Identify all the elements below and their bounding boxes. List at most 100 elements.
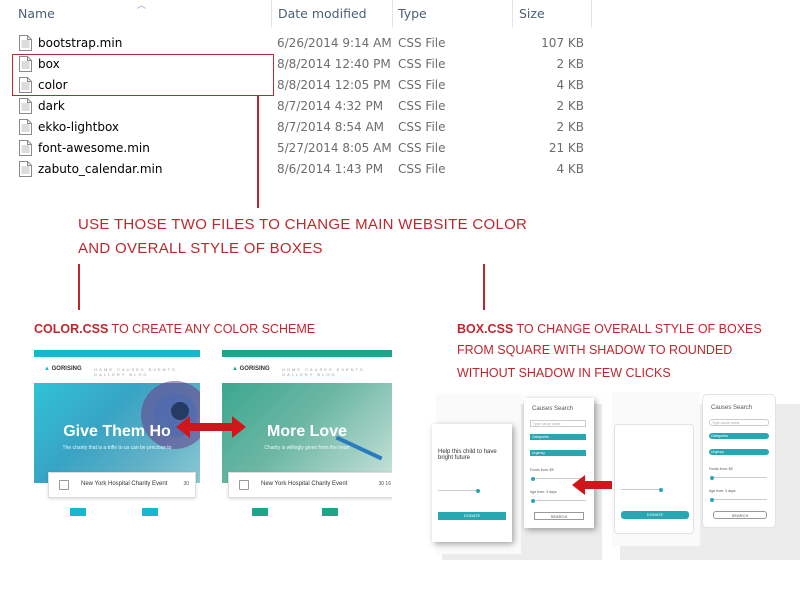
box-css-text-1: TO CHANGE OVERALL STYLE OF BOXES [513,322,762,336]
urgency-select[interactable]: Urgency [709,449,769,455]
calendar-icon [239,480,249,490]
file-type: CSS File [398,57,446,71]
file-date: 6/26/2014 9:14 AM [277,36,392,50]
urgency-select[interactable]: Urgency [530,450,586,456]
file-date: 8/8/2014 12:40 PM [277,57,391,71]
css-file-icon [19,98,32,114]
file-date: 5/27/2014 8:05 AM [277,141,392,155]
age-slider[interactable] [710,497,767,502]
column-type[interactable]: Type [398,0,427,28]
css-file-icon [19,140,32,156]
hero-title: More Love [266,423,347,440]
age-slider[interactable] [531,498,586,503]
feature-icon [142,508,158,516]
funds-label: Funds from: $5 [530,468,554,472]
event-title: New York Hospital Charity Event [81,481,168,487]
file-name: dark [38,99,65,113]
file-size: 4 KB [556,162,584,176]
main-note-line-2: AND OVERALL STYLE OF BOXES [78,240,323,257]
event-date: 30 [183,481,189,487]
file-type: CSS File [398,120,446,134]
cause-card: Help this child to have bright future DO… [432,424,512,542]
accent-topbar [222,350,392,357]
categories-select[interactable]: Categories [530,434,586,440]
file-name: font-awesome.min [38,141,150,155]
file-size: 2 KB [556,120,584,134]
file-type: CSS File [398,141,446,155]
search-box-rounded: Causes Search Type cause name Categories… [702,394,776,528]
file-row[interactable]: zabuto_calendar.min 8/6/2014 1:43 PM CSS… [0,159,800,180]
column-divider[interactable] [591,0,592,28]
age-label: Age from: 3 days [709,489,736,493]
funds-label: Funds from: $5 [709,467,733,471]
file-date: 8/7/2014 4:32 PM [277,99,384,113]
funds-slider[interactable] [710,475,767,480]
file-date: 8/7/2014 8:54 AM [277,120,385,134]
file-name: ekko-lightbox [38,120,120,134]
css-file-icon [19,35,32,51]
color-mockup-right: ▲ GORISING HOME CAUSES EVENTS GALLERY BL… [222,350,392,516]
main-note-line-1: USE THOSE TWO FILES TO CHANGE MAIN WEBSI… [78,216,528,233]
age-label: Age from: 3 days [530,490,557,494]
progress-slider [621,487,663,492]
search-box-title: Causes Search [532,406,574,412]
search-button[interactable]: SEARCH [534,512,584,520]
file-row[interactable]: font-awesome.min 5/27/2014 8:05 AM CSS F… [0,138,800,159]
color-css-text: TO CREATE ANY COLOR SCHEME [108,322,316,336]
column-name[interactable]: Name [18,0,55,28]
search-input[interactable]: Type cause name [709,419,769,426]
event-card: New York Hospital Charity Event 30 16 [228,472,392,498]
column-divider[interactable] [271,0,272,28]
search-input[interactable]: Type cause name [530,420,586,427]
column-header-bar: ︿ Name Date modified Type Size [0,0,800,28]
pointer-line [257,96,259,208]
box-css-text-3: WITHOUT SHADOW IN FEW CLICKS [457,366,671,380]
file-size: 107 KB [541,36,584,50]
css-file-icon [19,161,32,177]
search-button[interactable]: SEARCH [713,511,767,519]
site-nav: ▲ GORISING HOME CAUSES EVENTS GALLERY BL… [222,357,392,383]
event-date: 30 16 [378,481,391,487]
box-css-text-2: FROM SQUARE WITH SHADOW TO ROUNDED [457,343,733,357]
file-size: 21 KB [548,141,584,155]
file-size: 4 KB [556,78,584,92]
column-divider[interactable] [512,0,513,28]
event-title: New York Hospital Charity Event [261,481,348,487]
donate-button[interactable]: DONATE [438,512,506,520]
nav-links: HOME CAUSES EVENTS GALLERY BLOG [282,367,365,377]
hero-subtitle: Charity is willingly given from the hear… [264,445,350,451]
box-css-note: BOX.CSS TO CHANGE OVERALL STYLE OF BOXES [457,322,762,336]
column-divider[interactable] [392,0,393,28]
sort-up-icon: ︿ [137,0,147,10]
css-file-icon [19,119,32,135]
feature-icon [322,508,338,516]
cause-card-text: Help this child to have bright future [438,449,497,461]
file-row[interactable]: ekko-lightbox 8/7/2014 8:54 AM CSS File … [0,117,800,138]
file-type: CSS File [398,162,446,176]
file-type: CSS File [398,36,446,50]
file-date: 8/8/2014 12:05 PM [277,78,391,92]
highlight-box [12,54,274,96]
donate-button[interactable]: DONATE [621,511,689,519]
calendar-icon [59,480,69,490]
pointer-line-right [483,264,485,310]
search-box: Causes Search Type cause name Categories… [524,398,594,528]
file-row[interactable]: dark 8/7/2014 4:32 PM CSS File 2 KB [0,96,800,117]
file-row[interactable]: bootstrap.min 6/26/2014 9:14 AM CSS File… [0,33,800,54]
file-size: 2 KB [556,99,584,113]
file-name: bootstrap.min [38,36,123,50]
file-type: CSS File [398,99,446,113]
search-box-title: Causes Search [711,405,753,411]
hero-banner: More Love Charity is willingly given fro… [222,383,392,483]
hero-subtitle: The charity that is a trifle to us can b… [62,445,172,451]
cause-card-rounded: DONATE [614,424,694,534]
progress-slider [438,488,480,493]
feature-icon [70,508,86,516]
column-date-modified[interactable]: Date modified [278,0,367,28]
column-size[interactable]: Size [519,0,545,28]
feature-icon [252,508,268,516]
file-name: zabuto_calendar.min [38,162,163,176]
file-type: CSS File [398,78,446,92]
categories-select[interactable]: Categories [709,433,769,439]
accent-topbar [34,350,200,357]
